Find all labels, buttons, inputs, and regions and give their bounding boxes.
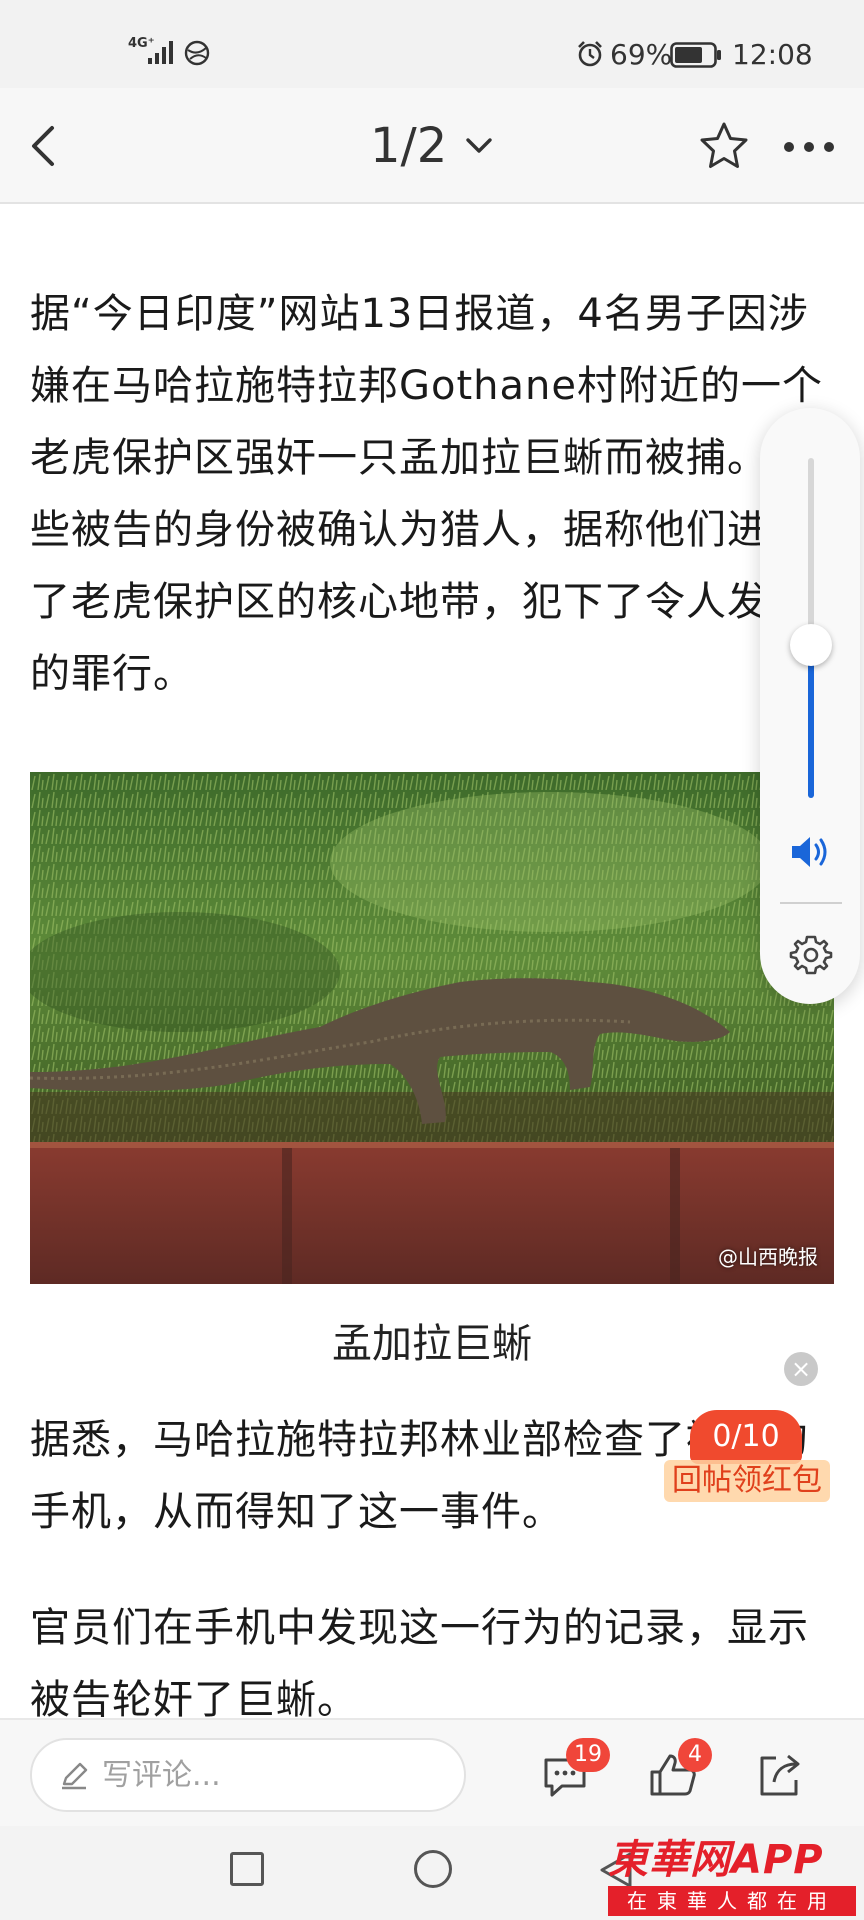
more-options-icon[interactable] bbox=[780, 138, 838, 156]
red-packet-progress[interactable]: 0/10 bbox=[690, 1410, 802, 1464]
battery-icon bbox=[670, 42, 721, 68]
logo-slogan: 在東華人都在用 bbox=[608, 1886, 856, 1916]
top-nav-bar: 1/2 bbox=[0, 88, 864, 204]
red-packet-label[interactable]: 回帖领红包 bbox=[664, 1460, 830, 1502]
back-arrow-icon[interactable] bbox=[20, 118, 70, 174]
volume-panel bbox=[760, 408, 860, 1004]
volume-level-fill bbox=[808, 645, 814, 798]
status-bar: 4G⁺ 69% 12:08 bbox=[0, 0, 864, 88]
like-count-badge: 4 bbox=[678, 1738, 712, 1772]
browser-icon bbox=[184, 40, 210, 66]
comment-placeholder: 写评论... bbox=[102, 1758, 221, 1793]
clock: 12:08 bbox=[732, 38, 813, 71]
alarm-icon bbox=[578, 41, 602, 67]
battery-percent: 69% bbox=[610, 38, 673, 71]
bottom-action-bar: 写评论... 19 4 bbox=[0, 1718, 864, 1826]
gear-icon[interactable] bbox=[788, 932, 834, 978]
monitor-lizard-photo bbox=[30, 772, 834, 1284]
comment-input[interactable]: 写评论... bbox=[30, 1738, 466, 1812]
home-button[interactable] bbox=[414, 1850, 452, 1888]
logo-text: 東華网APP bbox=[608, 1837, 824, 1883]
star-favorite-icon[interactable] bbox=[698, 120, 750, 172]
speaker-icon[interactable] bbox=[788, 832, 832, 872]
article-paragraph: 官员们在手机中发现这一行为的记录，显示被告轮奸了巨蜥。 bbox=[30, 1605, 809, 1723]
image-watermark: @山西晚报 bbox=[718, 1245, 818, 1269]
image-caption: 孟加拉巨蜥 bbox=[332, 1321, 532, 1367]
red-packet-close-button[interactable]: × bbox=[784, 1352, 818, 1386]
signal-icon bbox=[148, 41, 173, 64]
recent-apps-button[interactable] bbox=[230, 1852, 264, 1886]
divider bbox=[780, 902, 842, 904]
article-image[interactable]: @山西晚报 bbox=[30, 772, 834, 1284]
volume-slider-handle[interactable] bbox=[790, 624, 832, 666]
article-paragraph: 据“今日印度”网站13日报道，4名男子因涉嫌在马哈拉施特拉邦Gothane村附近… bbox=[30, 291, 823, 697]
chevron-down-icon[interactable] bbox=[462, 132, 496, 158]
app-logo-watermark: 東華网APP 在東華人都在用 bbox=[608, 1836, 858, 1920]
comment-count-badge: 19 bbox=[566, 1738, 610, 1772]
share-icon[interactable] bbox=[754, 1750, 804, 1800]
pen-icon bbox=[62, 1762, 88, 1790]
page-indicator[interactable]: 1/2 bbox=[370, 116, 447, 176]
